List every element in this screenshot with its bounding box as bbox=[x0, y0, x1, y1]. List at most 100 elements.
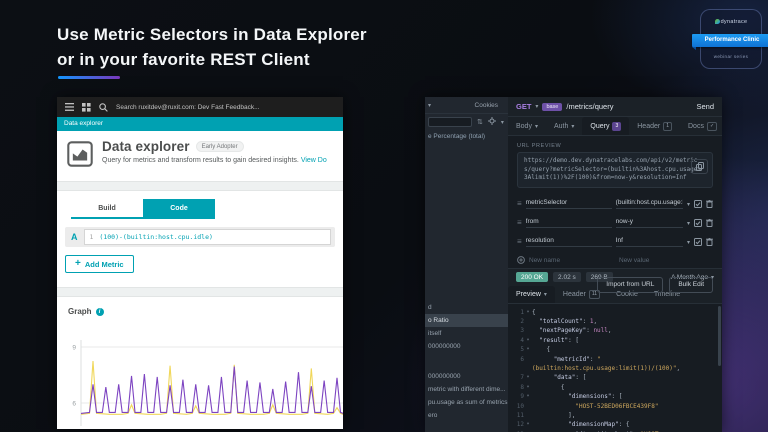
response-line: 2 "totalCount": 1, bbox=[508, 317, 722, 326]
tab-build[interactable]: Build bbox=[71, 199, 143, 219]
method-caret-icon: ▾ bbox=[535, 103, 538, 110]
line-number: 1 bbox=[508, 308, 524, 317]
apps-icon[interactable] bbox=[82, 103, 91, 112]
gear-icon[interactable] bbox=[488, 117, 496, 127]
gear-caret-icon[interactable]: ▾ bbox=[501, 119, 504, 126]
drag-handle-icon[interactable]: ≡ bbox=[517, 219, 522, 227]
fold-caret-icon bbox=[524, 317, 532, 326]
tab-code[interactable]: Code bbox=[143, 199, 215, 219]
add-param-icon[interactable] bbox=[517, 256, 525, 266]
line-content: { bbox=[532, 345, 550, 354]
early-adopter-badge: Early Adopter bbox=[196, 141, 244, 152]
page-header: Data explorer Early Adopter Query for me… bbox=[57, 131, 343, 181]
environment-caret-icon[interactable]: ▾ bbox=[428, 102, 431, 109]
sidebar-request-item[interactable]: ero bbox=[425, 409, 508, 422]
new-param-value-input[interactable]: New value bbox=[619, 257, 713, 266]
line-content: "dimensions": [ bbox=[532, 392, 622, 401]
tab-label: Query bbox=[590, 123, 609, 130]
search-input[interactable]: Search ruxitdev@ruxit.com: Dev Fast Feed… bbox=[116, 104, 260, 111]
info-icon[interactable]: i bbox=[96, 308, 104, 316]
fold-caret-icon[interactable]: ▾ bbox=[524, 373, 532, 382]
line-number: 3 bbox=[508, 326, 524, 335]
param-name-input[interactable]: metricSelector bbox=[526, 199, 612, 209]
param-actions: ▾ bbox=[687, 233, 713, 251]
search-icon[interactable] bbox=[99, 103, 108, 112]
checkbox-icon[interactable] bbox=[694, 233, 702, 251]
sidebar-request-item[interactable]: e Percentage (total) bbox=[425, 130, 508, 140]
param-options-caret-icon[interactable]: ▾ bbox=[687, 201, 690, 208]
request-url-input[interactable]: /metrics/query bbox=[566, 102, 692, 111]
sidebar-request-item[interactable]: 000000000 bbox=[425, 340, 508, 353]
fold-caret-icon[interactable]: ▾ bbox=[524, 383, 532, 392]
method-select[interactable]: GET bbox=[516, 102, 531, 111]
cookies-link[interactable]: Cookies bbox=[475, 102, 498, 109]
section-divider bbox=[57, 181, 343, 191]
query-tab-content: URL PREVIEW https://demo.dev.dynatracela… bbox=[508, 136, 722, 268]
add-metric-button[interactable]: + Add Metric bbox=[65, 255, 134, 273]
view-documentation-link[interactable]: View Do bbox=[301, 157, 327, 164]
trash-icon[interactable] bbox=[706, 214, 713, 232]
fold-caret-icon[interactable]: ▾ bbox=[524, 345, 532, 354]
new-param-row: New name New value bbox=[517, 252, 713, 271]
response-line: 4▾ "result": [ bbox=[508, 336, 722, 345]
line-content: "nextPageKey": null, bbox=[532, 326, 612, 335]
series-purple bbox=[81, 367, 343, 414]
line-content: "totalCount": 1, bbox=[532, 317, 597, 326]
copy-url-button[interactable] bbox=[691, 159, 708, 174]
trash-icon[interactable] bbox=[706, 195, 713, 213]
new-param-name-input[interactable]: New name bbox=[529, 257, 615, 266]
dynatrace-brand: dynatrace bbox=[701, 19, 761, 25]
param-value-input[interactable]: now-y bbox=[616, 218, 683, 228]
tab-docs[interactable]: Docs✓ bbox=[680, 117, 722, 135]
fold-caret-icon[interactable]: ▾ bbox=[524, 420, 532, 429]
checkbox-icon[interactable] bbox=[694, 214, 702, 232]
fold-caret-icon[interactable]: ▾ bbox=[524, 392, 532, 401]
breadcrumb[interactable]: Data explorer bbox=[57, 117, 343, 131]
data-explorer-icon bbox=[67, 141, 93, 167]
sidebar-request-item[interactable]: itself bbox=[425, 327, 508, 340]
response-body[interactable]: 1▾{2 "totalCount": 1,3 "nextPageKey": nu… bbox=[508, 304, 722, 432]
sidebar-request-item[interactable]: 000000000 bbox=[425, 370, 508, 383]
insomnia-sidebar: ▾ Cookies ⇅ ▾ e Percentage (total) do Ra… bbox=[425, 97, 508, 432]
line-number: 9 bbox=[508, 392, 524, 401]
sidebar-request-item[interactable]: d bbox=[425, 301, 508, 314]
slide-title: Use Metric Selectors in Data Explorer or… bbox=[57, 22, 367, 72]
drag-handle-icon[interactable]: ≡ bbox=[517, 200, 522, 208]
response-line: 11 ], bbox=[508, 411, 722, 420]
trash-icon[interactable] bbox=[706, 233, 713, 251]
response-line: 9▾ "dimensions": [ bbox=[508, 392, 722, 401]
line-number: 10 bbox=[508, 402, 524, 411]
metrics-line-chart: 96 bbox=[57, 322, 343, 426]
tab-query[interactable]: Query3 bbox=[582, 117, 629, 135]
scrollbar[interactable] bbox=[718, 306, 721, 366]
tab-auth[interactable]: Auth▾ bbox=[546, 117, 582, 135]
line-content: "data": [ bbox=[532, 373, 586, 382]
metric-expression[interactable]: (100)-(builtin:host.cpu.idle) bbox=[99, 233, 213, 241]
param-value-input[interactable]: (builtin:host.cpu.usage:lim bbox=[616, 199, 683, 209]
page-title: Data explorer bbox=[102, 139, 190, 154]
send-button[interactable]: Send bbox=[696, 102, 714, 111]
fold-caret-icon[interactable]: ▾ bbox=[524, 336, 532, 345]
code-editor[interactable]: 1 (100)-(builtin:host.cpu.idle) bbox=[84, 229, 332, 245]
param-name-input[interactable]: resolution bbox=[526, 237, 612, 247]
sort-icon[interactable]: ⇅ bbox=[477, 119, 483, 126]
sidebar-request-item[interactable]: metric with different dime... bbox=[425, 383, 508, 396]
request-url-bar: GET ▾ base /metrics/query Send bbox=[508, 97, 722, 117]
tab-label: Auth bbox=[554, 123, 568, 130]
import-from-url-button[interactable]: Import from URL bbox=[597, 277, 663, 293]
param-value-input[interactable]: Inf bbox=[616, 237, 683, 247]
line-content: (builtin:host.cpu.usage:limit(1))/(100)"… bbox=[532, 364, 680, 373]
param-options-caret-icon[interactable]: ▾ bbox=[687, 239, 690, 246]
sidebar-request-item[interactable]: pu.usage as sum of metrics bbox=[425, 396, 508, 409]
tab-body[interactable]: Body▾ bbox=[508, 117, 546, 135]
sidebar-request-item[interactable]: o Ratio bbox=[425, 314, 508, 327]
param-name-input[interactable]: from bbox=[526, 218, 612, 228]
sidebar-filter-input[interactable] bbox=[428, 117, 472, 127]
menu-icon[interactable] bbox=[65, 103, 74, 111]
param-options-caret-icon[interactable]: ▾ bbox=[687, 220, 690, 227]
bulk-edit-button[interactable]: Bulk Edit bbox=[669, 277, 713, 293]
tab-header[interactable]: Header1 bbox=[629, 117, 680, 135]
checkbox-icon[interactable] bbox=[694, 195, 702, 213]
drag-handle-icon[interactable]: ≡ bbox=[517, 238, 522, 246]
fold-caret-icon[interactable]: ▾ bbox=[524, 308, 532, 317]
